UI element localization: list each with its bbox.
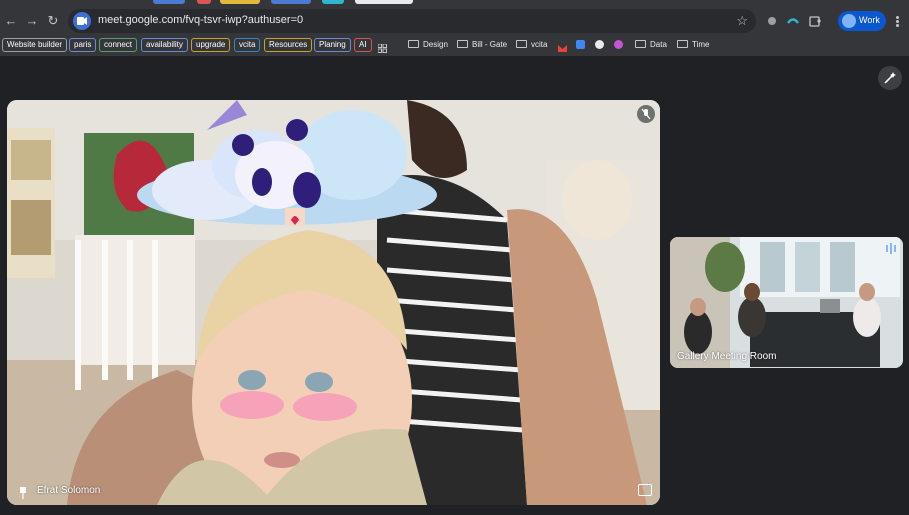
bookmark-chip[interactable]: paris — [69, 38, 97, 52]
site-info-icon[interactable] — [73, 12, 91, 30]
folder-icon — [457, 40, 468, 48]
address-bar[interactable]: meet.google.com/fvq-tsvr-iwp?authuser=0 … — [68, 9, 756, 33]
pin-icon[interactable] — [18, 486, 28, 499]
picture-in-picture-icon[interactable] — [638, 484, 652, 496]
tab[interactable] — [197, 0, 211, 4]
folder-icon — [516, 40, 527, 48]
bookmark-chip[interactable]: connect — [99, 38, 138, 52]
folder-icon — [408, 40, 419, 48]
bookmarks-bar: Website builder paris connect availabili… — [0, 36, 909, 56]
bookmark-folder[interactable]: Design — [408, 39, 448, 51]
participant-name: Efrat Solomon — [37, 485, 101, 496]
speaking-indicator-icon — [884, 241, 898, 255]
folder-icon — [635, 40, 646, 48]
extensions-puzzle-icon[interactable] — [808, 14, 822, 28]
tab[interactable] — [355, 0, 413, 4]
tab[interactable] — [220, 0, 260, 4]
menu-kebab-icon[interactable] — [896, 16, 899, 28]
bookmark-chip[interactable]: upgrade — [191, 38, 231, 52]
reload-icon[interactable]: ↻ — [45, 13, 61, 29]
bookmark-chip[interactable]: Website builder — [2, 38, 67, 52]
globe-icon[interactable] — [595, 40, 604, 49]
bookmark-folder[interactable]: Time — [677, 39, 709, 51]
participant-video — [670, 237, 903, 368]
bookmark-star-icon[interactable]: ☆ — [736, 13, 748, 29]
bookmark-folder[interactable]: Data — [635, 39, 667, 51]
bookmark-folder[interactable]: Bill - Gate — [457, 39, 507, 51]
main-video-tile[interactable]: Efrat Solomon — [7, 100, 660, 505]
bookmark-chip[interactable]: Planing — [314, 38, 351, 52]
bookmark-chip[interactable]: availability — [141, 38, 188, 52]
gmail-icon[interactable] — [558, 40, 567, 52]
profile-button[interactable]: Work — [838, 11, 886, 31]
bookmark-folder[interactable]: vcita — [516, 39, 547, 51]
visual-effects-button[interactable] — [878, 66, 902, 90]
apps-grid-icon[interactable] — [377, 40, 387, 53]
bookmark-chip[interactable]: Resources — [264, 38, 313, 52]
url-text[interactable]: meet.google.com/fvq-tsvr-iwp?authuser=0 — [98, 14, 303, 26]
translate-icon[interactable] — [576, 40, 585, 49]
extension-icon[interactable] — [765, 14, 779, 28]
bookmark-chip[interactable]: vcita — [234, 38, 261, 52]
browser-toolbar: ← → ↻ meet.google.com/fvq-tsvr-iwp?authu… — [0, 6, 909, 36]
participant-name: Gallery Meeting Room — [677, 351, 777, 362]
bookmark-chip[interactable]: AI — [354, 38, 372, 52]
side-video-tile[interactable]: Gallery Meeting Room — [670, 237, 903, 368]
folder-icon — [677, 40, 688, 48]
tab[interactable] — [153, 0, 185, 4]
bookmark-site-icon[interactable] — [614, 40, 623, 49]
muted-mic-icon — [637, 105, 655, 123]
tab[interactable] — [322, 0, 344, 4]
forward-icon[interactable]: → — [24, 13, 40, 29]
avatar — [842, 14, 856, 28]
tab[interactable] — [271, 0, 311, 4]
profile-label: Work — [859, 15, 880, 25]
extension-icon[interactable] — [786, 14, 800, 28]
magic-wand-icon — [884, 72, 896, 84]
participant-video — [7, 100, 660, 505]
back-icon[interactable]: ← — [3, 13, 19, 29]
